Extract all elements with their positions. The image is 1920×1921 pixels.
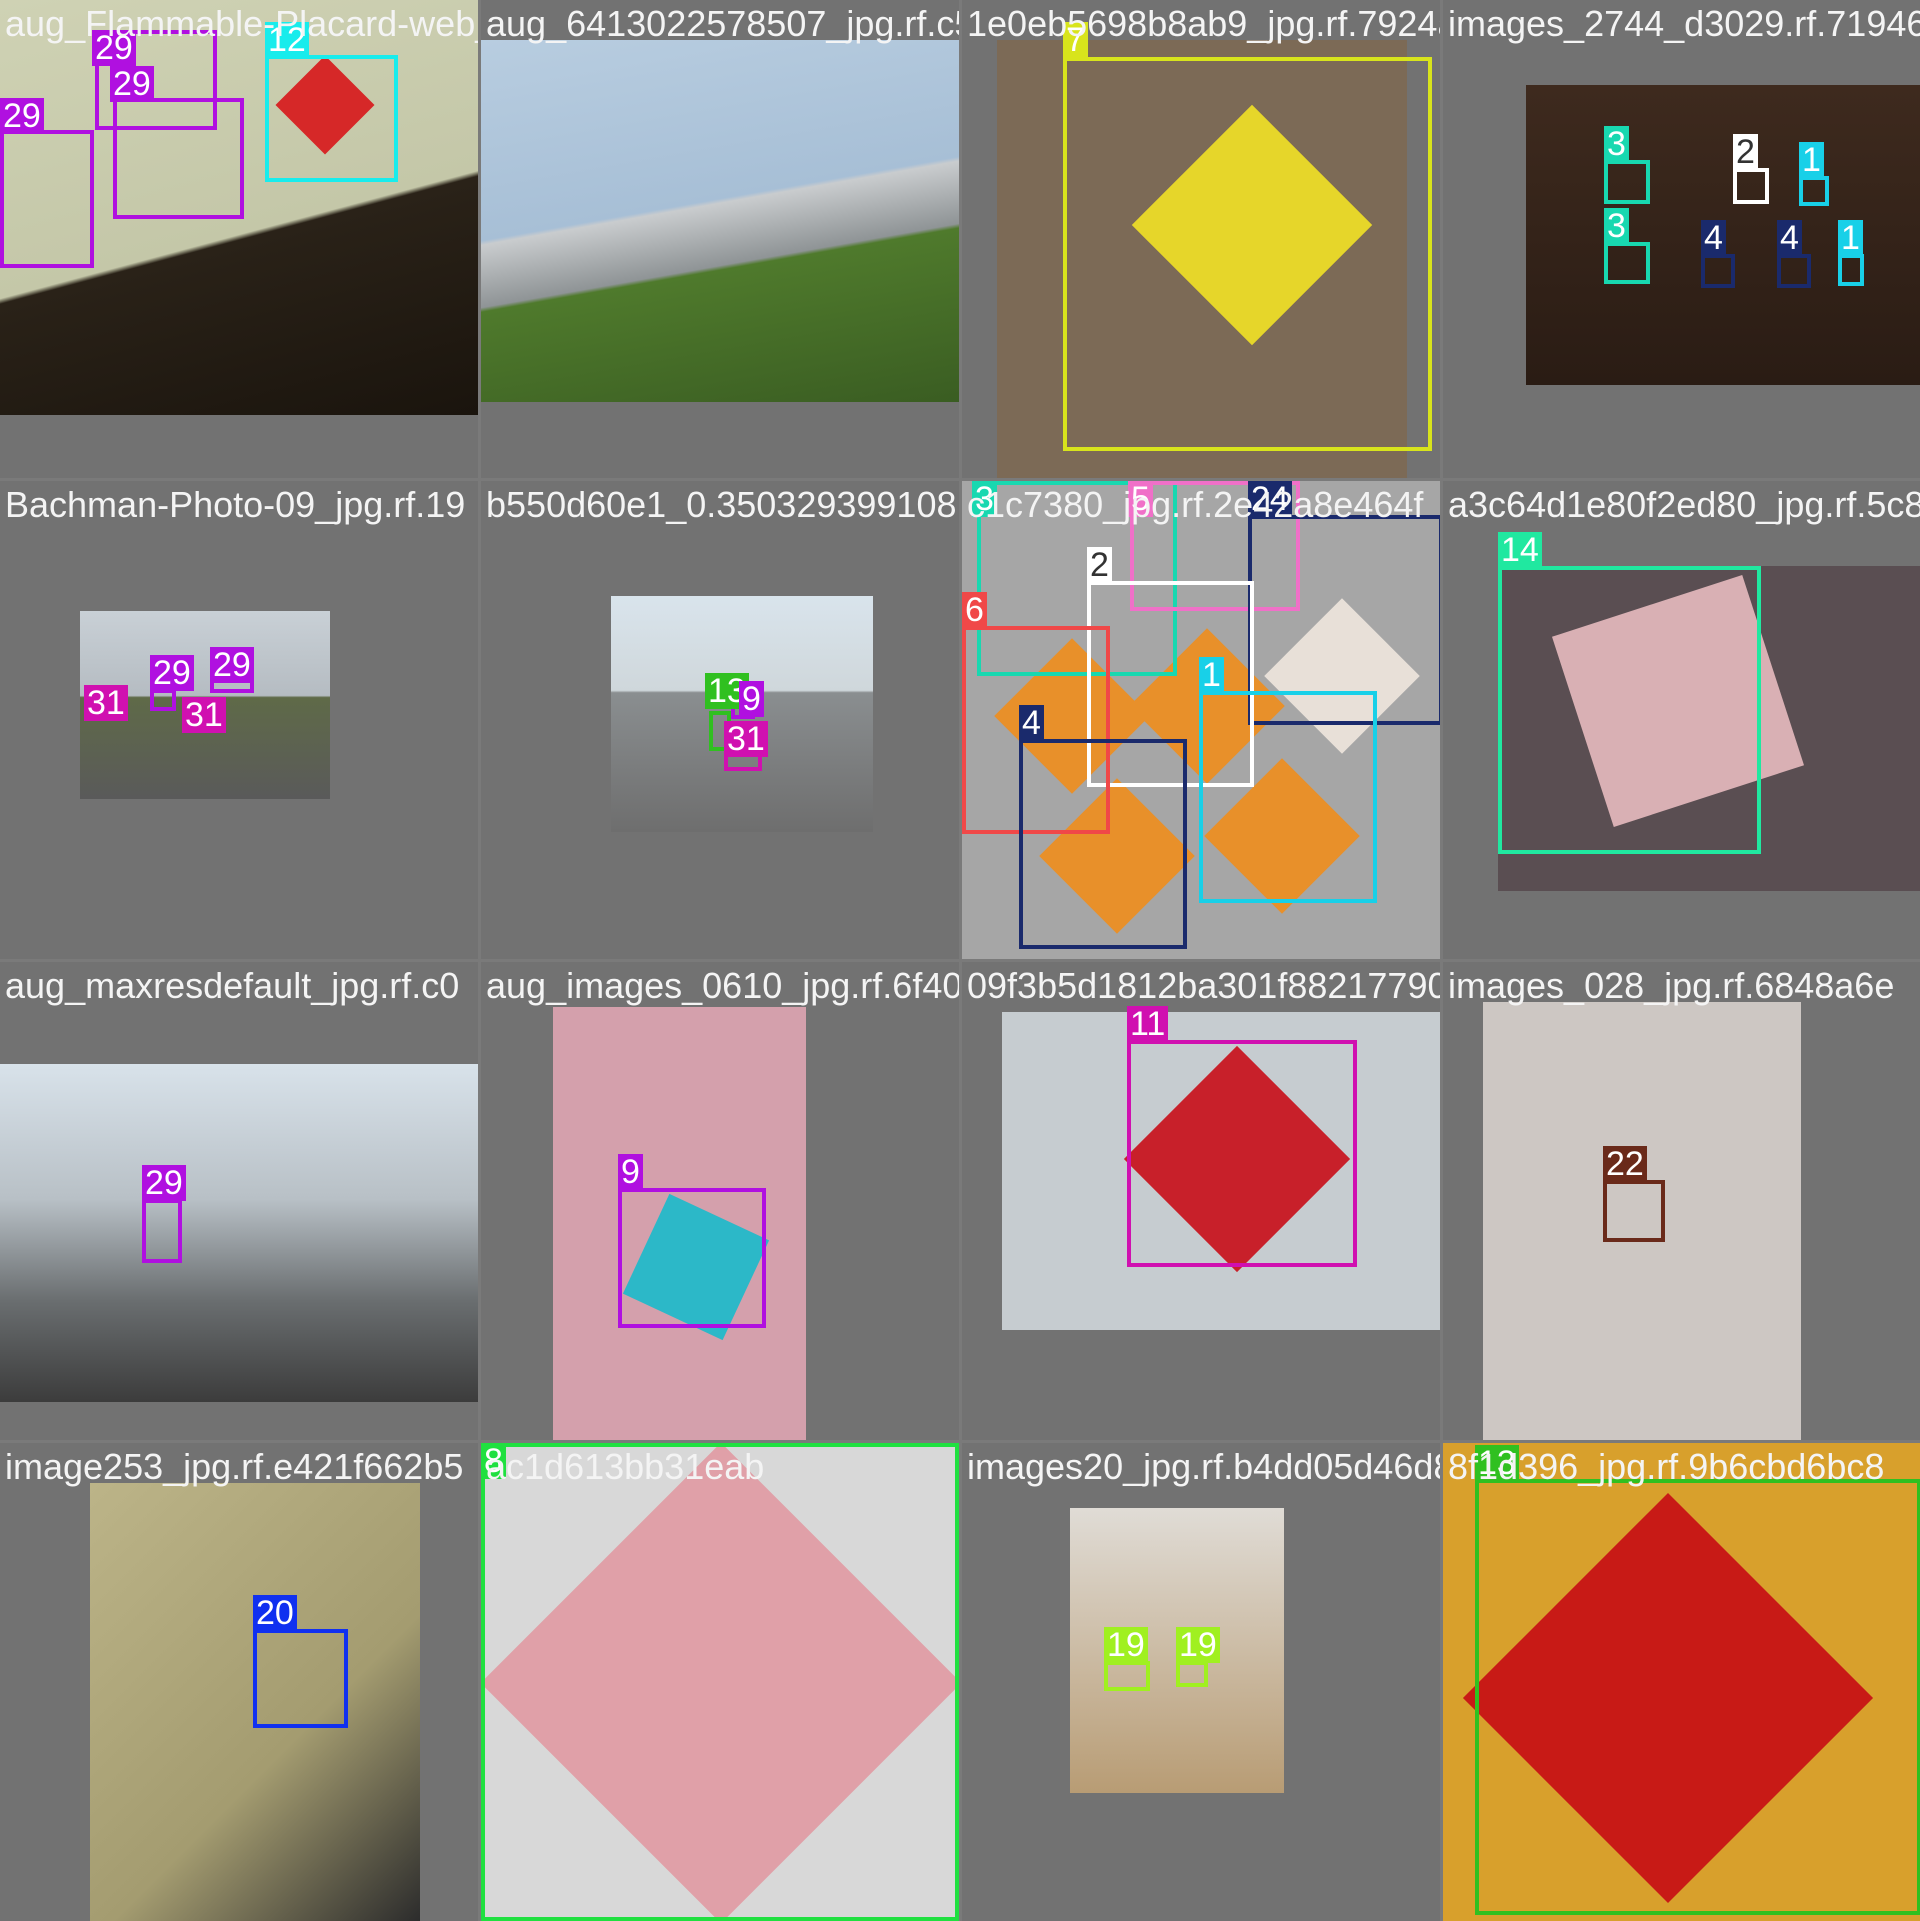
bbox-label: 31: [182, 697, 226, 733]
bbox: [1603, 1180, 1665, 1242]
tile-8: aug_maxresdefault_jpg.rf.c0 29: [0, 962, 478, 1440]
tile-9: aug_images_0610_jpg.rf.6f40 9: [481, 962, 959, 1440]
bbox: [150, 689, 176, 711]
tile-4: Bachman-Photo-09_jpg.rf.19 31 29 29 31: [0, 481, 478, 959]
bbox-label: 13: [1475, 1445, 1519, 1481]
tile-1: aug_6413022578507_jpg.rf.c597ac: [481, 0, 959, 478]
bbox-label: 2: [1087, 547, 1112, 583]
bbox-label: 29: [0, 98, 44, 134]
bbox-label: 29: [150, 655, 194, 691]
bbox: [113, 98, 244, 219]
bbox: [253, 1629, 348, 1728]
bbox: [0, 130, 94, 268]
bbox-label: 11: [1127, 1006, 1169, 1042]
bbox: [1104, 1661, 1150, 1691]
bbox-label: 29: [92, 30, 136, 66]
tile-11: images_028_jpg.rf.6848a6e 22: [1443, 962, 1920, 1440]
bbox-label: 3: [972, 481, 997, 517]
bbox: [1799, 176, 1829, 206]
bbox-label: 1: [1199, 657, 1224, 693]
bbox: [1701, 254, 1735, 288]
bbox: [1733, 168, 1769, 204]
bbox-label: 19: [1176, 1627, 1220, 1663]
bbox-label: 29: [110, 66, 154, 102]
bbox: [618, 1188, 766, 1328]
tile-6: c1c7380_jpg.rf.2e42a8e464f 3 5 24 2 6 1 …: [962, 481, 1440, 959]
tile-0: aug_Flammable-Placard-web_jpg 29 29 29 1…: [0, 0, 478, 478]
tile-12: image253_jpg.rf.e421f662b5 20: [0, 1443, 478, 1921]
bbox: [1475, 1479, 1920, 1915]
bbox: [1199, 691, 1377, 903]
bbox: [1019, 739, 1187, 949]
bbox-label: 8: [481, 1443, 506, 1479]
bbox-label: 12: [265, 22, 309, 58]
bbox: [1063, 57, 1432, 451]
fuel-truck-photo: [0, 1064, 478, 1402]
tile-title: aug_maxresdefault_jpg.rf.c0: [5, 965, 460, 1006]
bbox: [1604, 242, 1650, 284]
bbox-label: 4: [1777, 220, 1802, 256]
tile-5: b550d60e1_0.350329399108 13 9 31: [481, 481, 959, 959]
bbox-label: 1: [1799, 142, 1824, 178]
tanker-truck-photo: [481, 40, 959, 402]
tile-title: aug_images_0610_jpg.rf.6f40: [486, 965, 959, 1006]
tile-2: 1e0eb5698b8ab9_jpg.rf.7924a 7: [962, 0, 1440, 478]
bbox: [1604, 160, 1650, 204]
tile-title: images_2744_d3029.rf.7194621: [1448, 3, 1920, 44]
tile-title: a3c64d1e80f2ed80_jpg.rf.5c8: [1448, 484, 1920, 525]
bbox-label: 31: [84, 685, 128, 721]
bbox-label: 29: [142, 1165, 186, 1201]
tile-7: a3c64d1e80f2ed80_jpg.rf.5c8 14: [1443, 481, 1920, 959]
bbox: [481, 1443, 959, 1921]
bbox-label: 3: [1604, 208, 1629, 244]
tile-title: images20_jpg.rf.b4dd05d46d8: [967, 1446, 1440, 1487]
bbox-label: 22: [1603, 1146, 1647, 1182]
tile-3: images_2744_d3029.rf.7194621 3 3 2 4 4 1…: [1443, 0, 1920, 478]
bbox: [1838, 254, 1864, 286]
bbox-label: 7: [1063, 22, 1088, 58]
bbox-label: 1: [1838, 220, 1863, 256]
bbox-label: 3: [1604, 126, 1629, 162]
bbox: [1777, 254, 1811, 288]
bbox-label: 29: [210, 647, 254, 683]
bbox: [1176, 1661, 1208, 1687]
bbox-label: 20: [253, 1595, 297, 1631]
bbox-label: 6: [962, 592, 987, 628]
bbox: [1127, 1040, 1357, 1267]
bbox-label: 9: [739, 681, 764, 717]
bbox-label: 5: [1128, 481, 1153, 517]
bbox-label: 4: [1701, 220, 1726, 256]
bbox: [1498, 566, 1761, 854]
tile-title: Bachman-Photo-09_jpg.rf.19: [5, 484, 466, 525]
tile-13: ac1d613bb31eab 8: [481, 1443, 959, 1921]
bbox-label: 4: [1019, 705, 1044, 741]
bbox-label: 19: [1104, 1627, 1148, 1663]
bbox: [142, 1199, 182, 1263]
bbox-label: 2: [1733, 134, 1758, 170]
bbox-label: 31: [724, 721, 768, 757]
detection-mosaic: aug_Flammable-Placard-web_jpg 29 29 29 1…: [0, 0, 1920, 1921]
tile-14: images20_jpg.rf.b4dd05d46d8 19 19: [962, 1443, 1440, 1921]
bbox: [265, 55, 398, 182]
tile-15: 8f1d396_jpg.rf.9b6cbd6bc8 13: [1443, 1443, 1920, 1921]
tile-title: 09f3b5d1812ba301f88217790: [967, 965, 1440, 1006]
bbox-label: 24: [1248, 481, 1292, 517]
tile-10: 09f3b5d1812ba301f88217790 11: [962, 962, 1440, 1440]
tile-title: b550d60e1_0.350329399108: [486, 484, 957, 525]
bbox-label: 14: [1498, 532, 1542, 568]
bbox-label: 9: [618, 1154, 643, 1190]
